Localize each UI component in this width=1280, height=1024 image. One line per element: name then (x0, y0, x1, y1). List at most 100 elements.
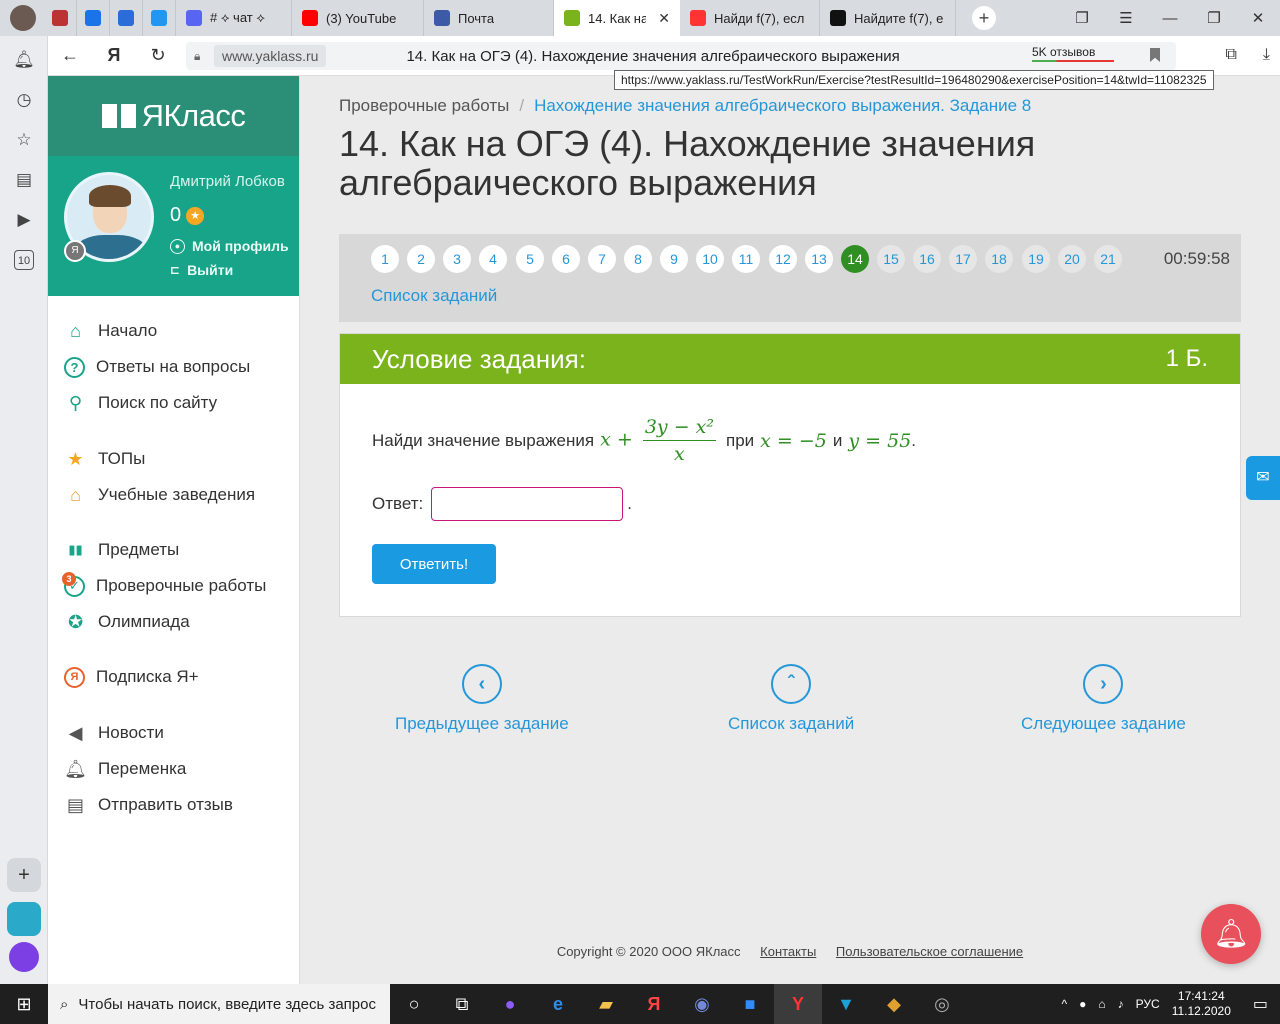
sidebar-item-bell[interactable]: 🔔︎ Переменка (64, 756, 186, 782)
browser-tab[interactable] (44, 0, 77, 36)
cortana-icon[interactable]: ○ (390, 984, 438, 1024)
close-window-button[interactable]: ✕ (1236, 9, 1280, 27)
task-number-button[interactable]: 15 (877, 245, 905, 273)
rail-counter-icon[interactable]: 10 (14, 250, 34, 270)
sidebar-item-search[interactable]: ⚲ Поиск по сайту (64, 390, 217, 416)
add-panel-icon[interactable]: + (7, 858, 41, 892)
yandex-app-icon[interactable]: Я (630, 984, 678, 1024)
app-alice-icon[interactable]: ● (486, 984, 534, 1024)
task-number-button[interactable]: 16 (913, 245, 941, 273)
restore-button[interactable]: ❐ (1192, 9, 1236, 27)
task-number-button[interactable]: 7 (588, 245, 616, 273)
logout-link[interactable]: ⊏ Выйти (170, 262, 233, 278)
breadcrumb-link[interactable]: Нахождение значения алгебраического выра… (534, 96, 1031, 115)
task-number-button[interactable]: 5 (516, 245, 544, 273)
sidebar-item-check[interactable]: ✓ 3 Проверочные работы (62, 571, 266, 599)
sidebar-item-feedback[interactable]: ▤ Отправить отзыв (64, 792, 233, 818)
breadcrumb-root[interactable]: Проверочные работы (339, 96, 509, 115)
next-task-button[interactable]: › Следующее задание (1021, 664, 1186, 734)
task-number-button[interactable]: 14 (841, 245, 869, 273)
language-indicator[interactable]: РУС (1136, 997, 1160, 1011)
task-number-button[interactable]: 17 (949, 245, 977, 273)
favorites-icon[interactable]: ☆ (12, 128, 36, 152)
task-number-button[interactable]: 3 (443, 245, 471, 273)
tabs-overview-icon[interactable]: ❐ (1060, 9, 1104, 27)
media-icon[interactable]: ◎ (918, 984, 966, 1024)
task-number-button[interactable]: 8 (624, 245, 652, 273)
tray-app-icon[interactable]: ● (1079, 997, 1086, 1011)
new-tab-button[interactable]: + (972, 6, 996, 30)
answer-input[interactable] (431, 487, 624, 521)
notification-bell-icon[interactable]: 🔔︎ (1201, 904, 1261, 964)
user-name[interactable]: Дмитрий Лобков (170, 173, 285, 190)
sidebar-item-medal[interactable]: ✪ Олимпиада (64, 609, 190, 635)
task-number-button[interactable]: 9 (660, 245, 688, 273)
close-tab-icon[interactable]: ✕ (658, 10, 670, 27)
volume-icon[interactable]: ♪ (1118, 997, 1124, 1011)
zoom-icon[interactable]: ■ (726, 984, 774, 1024)
site-logo[interactable]: ЯКласс (48, 76, 299, 156)
task-number-button[interactable]: 11 (732, 245, 760, 273)
task-view-icon[interactable]: ⧉ (438, 984, 486, 1024)
task-list-link[interactable]: Список заданий (371, 286, 497, 306)
notifications-icon[interactable]: 🔔︎ (12, 48, 36, 72)
discord-icon[interactable]: ◉ (678, 984, 726, 1024)
browser-tab[interactable]: Найди f(7), есл (680, 0, 820, 36)
menu-icon[interactable]: ☰ (1104, 9, 1148, 27)
minimize-button[interactable]: — (1148, 10, 1192, 27)
bookmark-icon[interactable] (1150, 48, 1160, 62)
vpn-icon[interactable]: ▼ (822, 984, 870, 1024)
browser-tab[interactable] (143, 0, 176, 36)
task-number-button[interactable]: 19 (1022, 245, 1050, 273)
action-center-icon[interactable]: ▭ (1253, 994, 1268, 1014)
browser-tab[interactable]: # ⟡ чат ⟡ (176, 0, 292, 36)
task-number-button[interactable]: 2 (407, 245, 435, 273)
tray-expand-icon[interactable]: ^ (1062, 997, 1068, 1011)
task-number-button[interactable]: 13 (805, 245, 833, 273)
paint-icon[interactable]: ◆ (870, 984, 918, 1024)
browser-tab[interactable]: Найдите f(7), е (820, 0, 956, 36)
windows-start-icon[interactable]: ⊞ (0, 994, 48, 1015)
extensions-icon[interactable]: ⧉ (1225, 46, 1236, 64)
reviews-badge[interactable]: 5K отзывов (1032, 45, 1114, 62)
profile-link[interactable]: ● Мой профиль (170, 238, 289, 254)
alice-icon[interactable] (9, 942, 39, 972)
task-number-button[interactable]: 20 (1058, 245, 1086, 273)
submit-button[interactable]: Ответить! (372, 544, 496, 584)
sidebar-item-megaphone[interactable]: ◀ Новости (64, 720, 164, 746)
sidebar-item-question[interactable]: ? Ответы на вопросы (64, 354, 250, 380)
browser-tab[interactable]: (3) YouTube (292, 0, 424, 36)
sidebar-item-book[interactable]: ▮▮ Предметы (64, 537, 179, 563)
browser-tab[interactable]: Почта (424, 0, 554, 36)
task-number-button[interactable]: 6 (552, 245, 580, 273)
sidebar-item-home[interactable]: ⌂ Начало (64, 318, 157, 344)
taskbar-search[interactable]: ⌕ Чтобы начать поиск, введите здесь запр… (48, 984, 390, 1024)
history-icon[interactable]: ◷ (12, 88, 36, 112)
prev-task-button[interactable]: ‹ Предыдущее задание (395, 664, 569, 734)
contacts-link[interactable]: Контакты (760, 944, 816, 959)
video-icon[interactable]: ▶ (12, 208, 36, 232)
url-field[interactable]: 🔒︎ www.yaklass.ru 14. Как на ОГЭ (4). На… (186, 42, 1176, 70)
browser-tab[interactable] (110, 0, 143, 36)
edge-icon[interactable]: e (534, 984, 582, 1024)
task-number-button[interactable]: 1 (371, 245, 399, 273)
network-icon[interactable]: ⌂ (1098, 997, 1105, 1011)
reload-icon[interactable]: ↻ (136, 45, 180, 66)
agreement-link[interactable]: Пользовательское соглашение (836, 944, 1023, 959)
browser-profile-avatar[interactable] (10, 5, 36, 31)
explorer-icon[interactable]: ▰ (582, 984, 630, 1024)
sidebar-item-institution[interactable]: ⌂ Учебные заведения (64, 482, 255, 508)
task-number-button[interactable]: 12 (769, 245, 797, 273)
collections-icon[interactable]: ▤ (12, 168, 36, 192)
browser-tab[interactable] (77, 0, 110, 36)
browser-tab[interactable]: 14. Как на О ✕ (554, 0, 680, 36)
back-button[interactable]: ← (48, 45, 92, 66)
sidebar-item-subscription[interactable]: Я Подписка Я+ (64, 664, 199, 690)
task-number-button[interactable]: 18 (985, 245, 1013, 273)
task-number-button[interactable]: 4 (479, 245, 507, 273)
clock[interactable]: 17:41:24 11.12.2020 (1172, 989, 1231, 1019)
yandex-browser-icon[interactable]: Y (774, 984, 822, 1024)
messenger-icon[interactable] (7, 902, 41, 936)
task-number-button[interactable]: 21 (1094, 245, 1122, 273)
task-list-button[interactable]: ˆ Список заданий (728, 664, 854, 734)
